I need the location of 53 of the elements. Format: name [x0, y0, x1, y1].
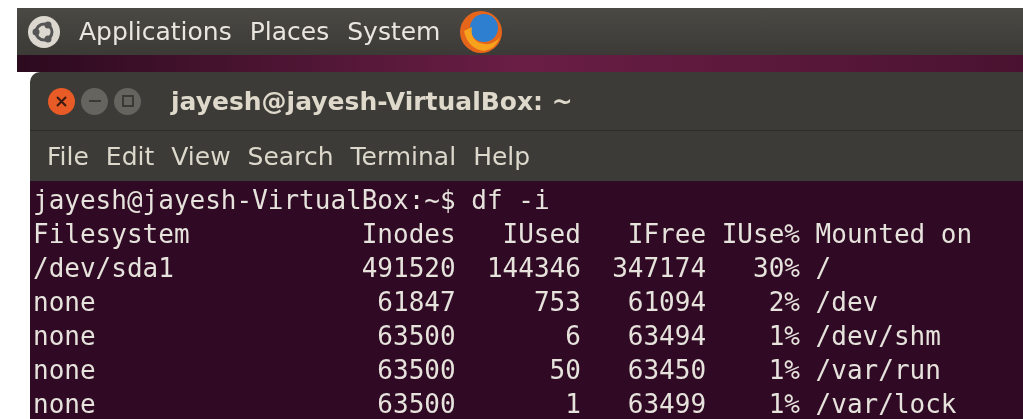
window-title: jayesh@jayesh-VirtualBox: ~ [171, 86, 573, 116]
menu-item[interactable]: Edit [105, 141, 155, 171]
column-header: Mounted on [815, 218, 973, 251]
table-cell-text: none [33, 354, 97, 387]
close-button[interactable] [48, 87, 75, 115]
table-cell-text: / [815, 252, 832, 285]
command-prompt: jayesh@jayesh-VirtualBox:~$ df -i [33, 184, 550, 217]
table-cell-text: 63500 [376, 354, 456, 387]
close-x-icon [56, 95, 67, 107]
column-header: IUsed [501, 218, 581, 251]
column-header: IUse% [720, 218, 800, 251]
table-cell-text: 30% [752, 252, 800, 285]
table-cell-text: 63500 [376, 320, 456, 353]
ubuntu-logo-icon[interactable] [27, 14, 61, 49]
minus-icon [88, 99, 101, 103]
panel-menu[interactable]: Applications [79, 17, 232, 46]
table-cell-text: 2% [767, 286, 800, 319]
table-cell-text: /dev/shm [815, 320, 941, 353]
table-cell-text: /dev [815, 286, 879, 319]
table-cell-text: 753 [532, 286, 581, 319]
menu-item[interactable]: Search [247, 141, 334, 171]
table-cell-text: /var/run [815, 354, 941, 387]
table-cell-text: none [33, 286, 97, 319]
table-cell-text: 144346 [485, 252, 581, 285]
menu-item[interactable]: View [171, 141, 231, 171]
table-cell-text: 347174 [611, 252, 707, 285]
table-cell-text: 61847 [376, 286, 456, 319]
table-cell-text: 63450 [626, 354, 707, 387]
square-icon [121, 95, 134, 107]
table-cell-text: 50 [548, 354, 581, 387]
table-cell-text: 1% [767, 320, 800, 353]
menu-item[interactable]: Terminal [350, 141, 457, 171]
panel-menu[interactable]: Places [249, 17, 330, 46]
table-cell-text: 63494 [626, 320, 707, 353]
table-cell-text: /dev/sda1 [33, 252, 175, 285]
table-cell-text: none [33, 388, 97, 419]
column-header: Filesystem [33, 218, 191, 251]
table-cell-text: 63499 [626, 388, 707, 419]
panel-menu[interactable]: System [347, 17, 441, 46]
table-cell-text: 1 [564, 388, 581, 419]
table-cell-text: 6 [564, 320, 581, 353]
table-cell-text: /var/lock [815, 388, 957, 419]
table-cell-text: none [33, 320, 97, 353]
table-cell-text: 491520 [360, 252, 456, 285]
table-cell-text: 61094 [626, 286, 707, 319]
menu-item[interactable]: File [47, 141, 89, 171]
table-cell-text: 1% [767, 388, 800, 419]
column-header: Inodes [360, 218, 456, 251]
column-header: IFree [626, 218, 707, 251]
browser-globe-icon[interactable] [458, 8, 505, 55]
menu-item[interactable]: Help [473, 141, 531, 171]
table-cell-text: 1% [767, 354, 800, 387]
table-cell-text: 63500 [376, 388, 456, 419]
